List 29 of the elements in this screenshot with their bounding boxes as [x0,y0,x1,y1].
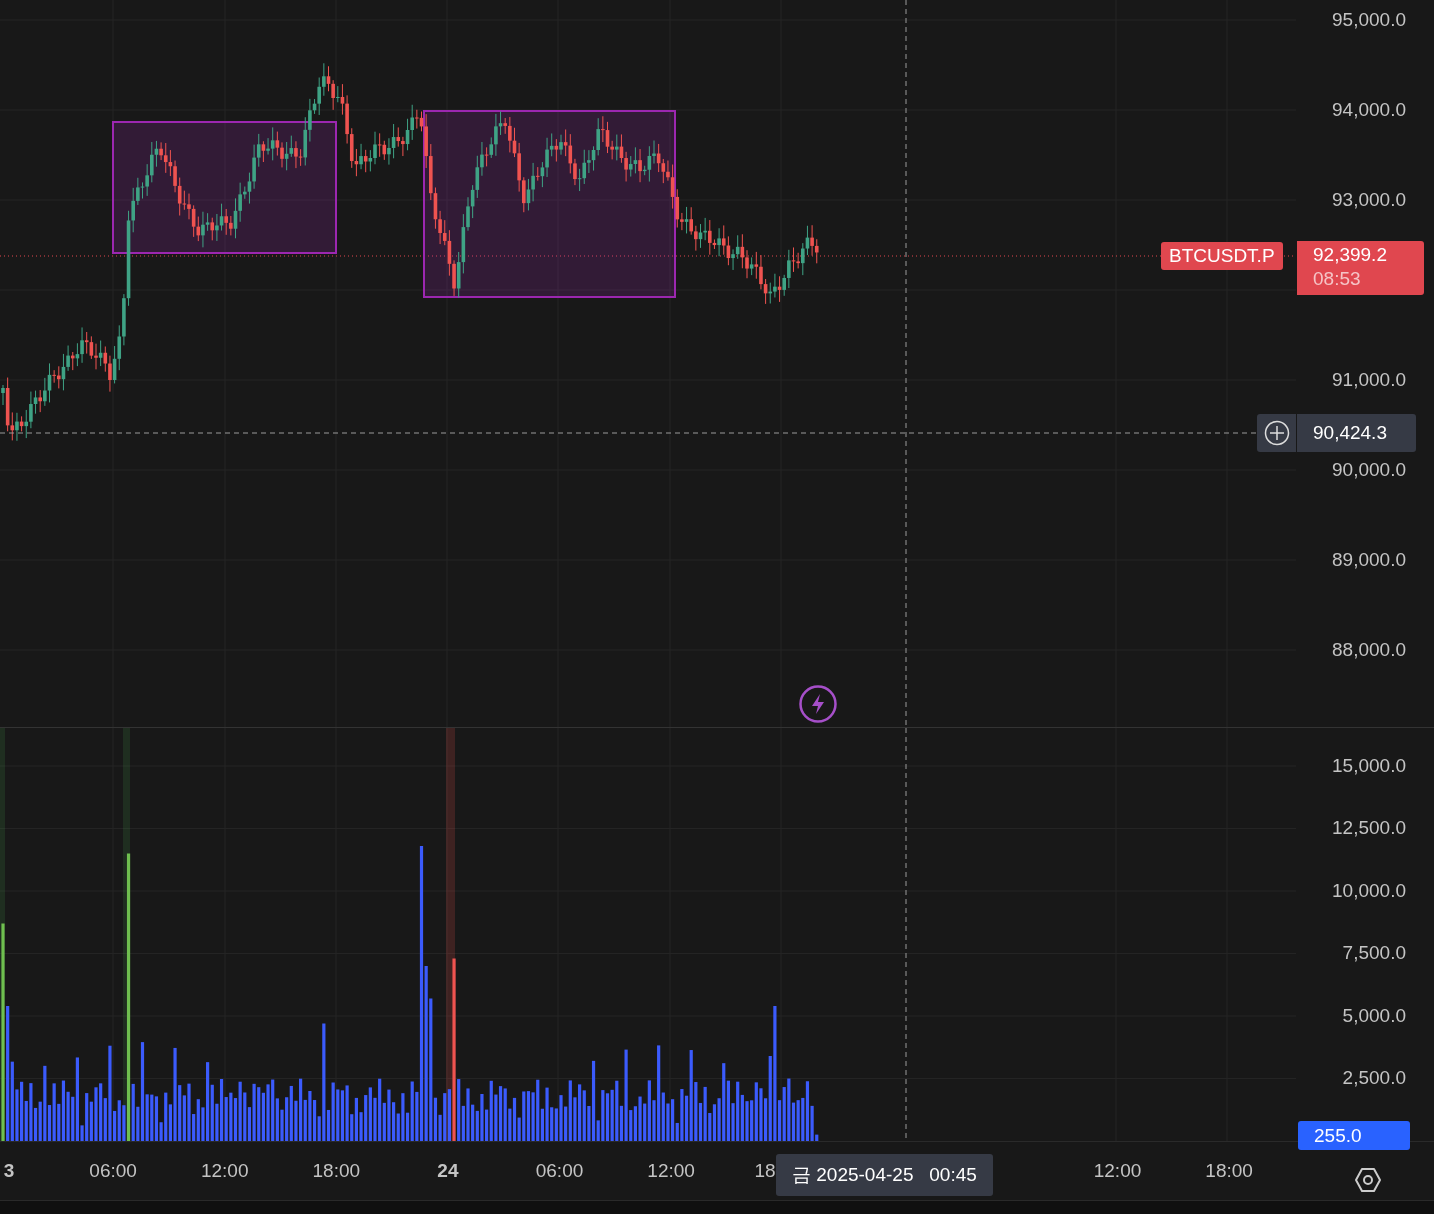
price-axis-label: 91,000.0 [1332,369,1406,391]
volume-axis-label: 12,500.0 [1332,817,1406,840]
time-axis-label: 06:00 [89,1159,137,1182]
volume-axis-label: 5,000.0 [1342,1004,1406,1027]
time-axis-label: 12:00 [1093,1159,1142,1182]
price-axis-label: 94,000.0 [1332,99,1406,121]
price-axis-label: 90,000.0 [1332,459,1406,481]
volume-axis-label: 7,500.0 [1342,942,1406,965]
price-axis-label: 95,000.0 [1332,9,1406,31]
countdown-text: 08:53 [1313,267,1362,291]
price-axis-label: 88,000.0 [1332,639,1406,661]
volume-axis-label: 15,000.0 [1332,754,1406,777]
time-axis-label: 3 [3,1159,15,1182]
time-axis-label: 18:00 [312,1159,361,1182]
time-axis-label: 06:00 [535,1159,584,1182]
time-axis-label: 24 [437,1159,459,1182]
last-price-value: 92,399.2 [1313,243,1388,267]
crosshair-time-tag: 금 2025-04-25 00:45 [776,1153,993,1196]
time-axis-label: 18:00 [1205,1159,1253,1182]
crosshair-price-tag: 90,424.3 [1297,414,1416,452]
time-axis-label: 12:00 [647,1159,695,1182]
volume-axis-label: 2,500.0 [1342,1067,1406,1090]
price-axis-label: 89,000.0 [1332,549,1406,571]
symbol-tag: BTCUSDT.P [1161,242,1283,270]
time-axis-label: 18 [754,1159,776,1182]
price-axis-label: 93,000.0 [1332,189,1406,211]
volume-value-tag: 255.0 [1298,1120,1410,1150]
volume-axis-label: 10,000.0 [1332,879,1406,902]
time-axis-label: 12:00 [200,1159,249,1182]
